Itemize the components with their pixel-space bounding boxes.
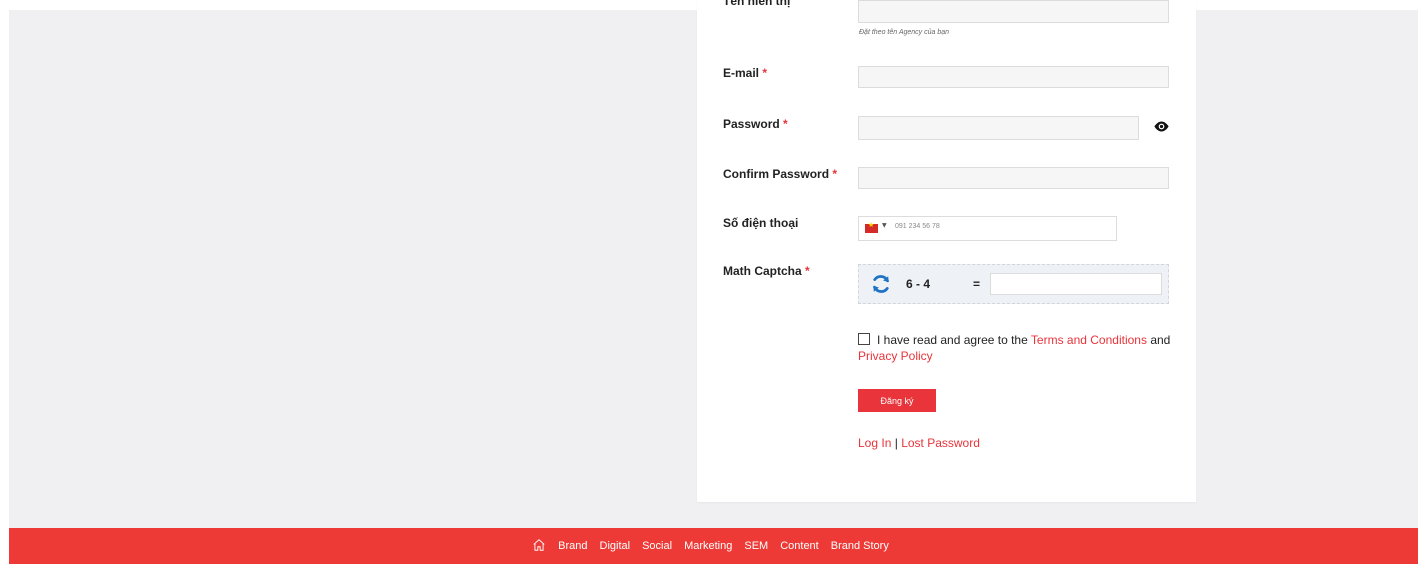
required-mark: * — [783, 117, 788, 131]
phone-label: Số điện thoại — [723, 216, 799, 230]
refresh-icon[interactable] — [870, 273, 892, 295]
terms-checkbox[interactable] — [858, 333, 870, 345]
vn-flag-icon[interactable] — [865, 221, 878, 233]
footer-item-marketing[interactable]: Marketing — [684, 540, 732, 552]
confirm-password-input[interactable] — [858, 167, 1169, 189]
email-input[interactable] — [858, 66, 1169, 88]
link-separator: | — [894, 436, 898, 450]
confirm-password-label: Confirm Password * — [723, 167, 838, 181]
required-mark: * — [805, 264, 810, 278]
lost-password-link[interactable]: Lost Password — [901, 436, 980, 450]
privacy-policy-link[interactable]: Privacy Policy — [858, 349, 933, 363]
login-link[interactable]: Log In — [858, 436, 891, 450]
password-label: Password * — [723, 117, 788, 131]
phone-field[interactable]: ▼ 091 234 56 78 — [858, 216, 1117, 241]
terms-link[interactable]: Terms and Conditions — [1031, 333, 1147, 347]
password-input[interactable] — [858, 116, 1139, 140]
phone-placeholder: 091 234 56 78 — [895, 223, 940, 230]
chevron-down-icon[interactable]: ▼ — [882, 222, 887, 229]
registration-card: Tên hiển thị Đặt theo tên Agency của bạn… — [697, 0, 1196, 502]
footer-nav: Brand Digital Social Marketing SEM Conte… — [9, 528, 1418, 564]
display-name-hint: Đặt theo tên Agency của bạn — [859, 29, 950, 36]
footer-item-sem[interactable]: SEM — [744, 540, 768, 552]
captcha-answer-input[interactable] — [990, 273, 1162, 295]
display-name-input[interactable] — [858, 0, 1169, 23]
eye-icon[interactable] — [1153, 120, 1170, 133]
home-icon[interactable] — [532, 538, 546, 552]
footer-item-brand[interactable]: Brand — [558, 540, 587, 552]
captcha-question: 6 - 4 — [906, 277, 931, 291]
captcha-box: 6 - 4 = — [858, 264, 1169, 304]
terms-text-line2: Privacy Policy — [858, 346, 933, 366]
footer-item-social[interactable]: Social — [642, 540, 672, 552]
footer-item-digital[interactable]: Digital — [600, 540, 631, 552]
email-label: E-mail * — [723, 66, 768, 80]
captcha-equals: = — [973, 277, 981, 291]
required-mark: * — [762, 66, 768, 80]
register-button[interactable]: Đăng ký — [858, 389, 936, 412]
footer-item-content[interactable]: Content — [780, 540, 819, 552]
captcha-label: Math Captcha * — [723, 264, 810, 278]
required-mark: * — [832, 167, 838, 181]
footer-item-brand-story[interactable]: Brand Story — [831, 540, 889, 552]
auth-links: Log In | Lost Password — [858, 436, 980, 450]
display-name-label: Tên hiển thị — [723, 0, 791, 8]
